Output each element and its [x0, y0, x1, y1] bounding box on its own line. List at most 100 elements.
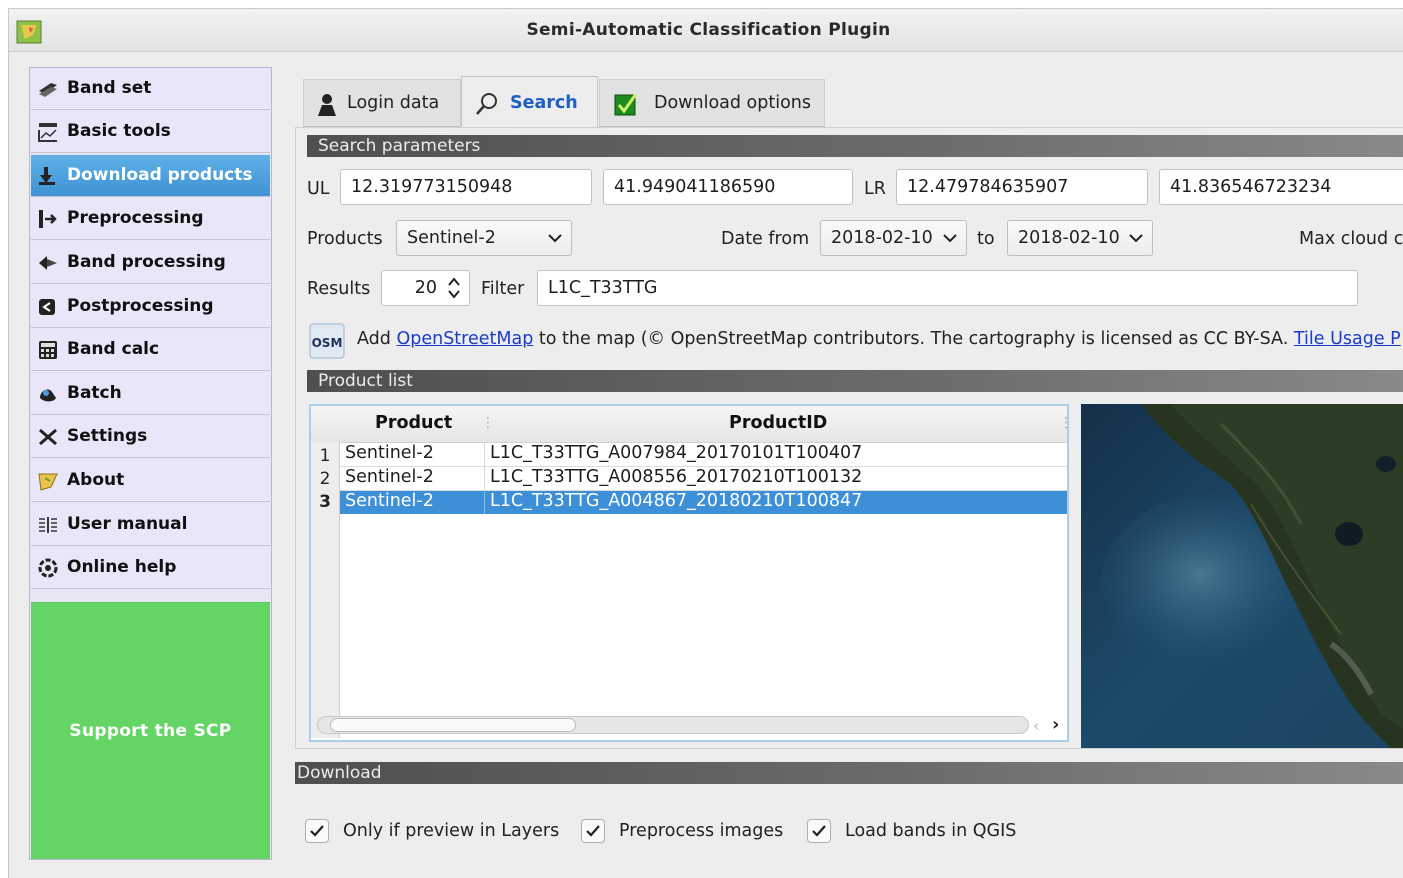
sidebar-item-label: Settings: [67, 426, 148, 446]
tab-label: Search: [510, 93, 578, 113]
sidebar-item-label: User manual: [67, 514, 188, 534]
row-number[interactable]: 2: [311, 469, 339, 489]
column-header-product[interactable]: Product: [375, 413, 452, 433]
checkbox[interactable]: [581, 819, 605, 843]
product-list-header: Product list: [307, 370, 1403, 392]
sidebar-item-label: About: [67, 470, 125, 490]
settings-icon: [39, 428, 57, 446]
spin-arrows-icon: [448, 277, 460, 299]
cell-divider: [484, 491, 485, 514]
lr-x-input[interactable]: [896, 169, 1148, 205]
support-scp-button[interactable]: Support the SCP: [31, 602, 270, 859]
cell-productid: L1C_T33TTG_A004867_20180210T100847: [490, 491, 863, 511]
column-resize-handle[interactable]: ⋮: [481, 415, 495, 431]
user-icon: [318, 94, 336, 116]
table-header: Product ⋮ ProductID ⋮: [311, 406, 1073, 443]
date-to-select[interactable]: 2018-02-10: [1007, 220, 1153, 256]
download-icon: [39, 167, 55, 185]
window-title: Semi-Automatic Classification Plugin: [526, 20, 891, 40]
checkbox[interactable]: [305, 819, 329, 843]
osm-prefix: Add: [357, 329, 397, 349]
horizontal-scrollbar[interactable]: [317, 716, 1029, 734]
tab-label: Download options: [654, 93, 812, 113]
plugin-window: Semi-Automatic Classification Plugin Ban…: [8, 8, 1403, 878]
scroll-right-icon[interactable]: ›: [1052, 714, 1059, 735]
products-select[interactable]: Sentinel-2: [396, 220, 572, 256]
ul-y-input[interactable]: [603, 169, 853, 205]
date-to-label: to: [977, 229, 995, 249]
cell-product: Sentinel-2: [345, 467, 434, 487]
products-value: Sentinel-2: [407, 228, 496, 248]
sidebar-item-online-help[interactable]: Online help: [31, 547, 270, 589]
search-icon: [476, 93, 497, 115]
sidebar-item-label: Download products: [67, 165, 253, 185]
sidebar-item-about[interactable]: About: [31, 460, 270, 502]
search-parameters-header: Search parameters: [307, 135, 1403, 157]
sidebar: Band set Basic tools Download products P…: [29, 67, 272, 860]
sidebar-item-basic-tools[interactable]: Basic tools: [31, 111, 270, 153]
date-to-value: 2018-02-10: [1018, 228, 1120, 248]
osm-icon: OSM: [309, 323, 345, 359]
sidebar-item-label: Band calc: [67, 339, 160, 359]
check-icon: [310, 825, 324, 837]
checkbox-label: Load bands in QGIS: [845, 821, 1017, 841]
products-label: Products: [307, 229, 383, 249]
column-header-productid[interactable]: ProductID: [729, 413, 827, 433]
scrollbar-thumb[interactable]: [330, 718, 576, 732]
cell-divider: [484, 467, 485, 490]
sidebar-item-label: Batch: [67, 383, 122, 403]
lr-label: LR: [864, 179, 886, 199]
sidebar-item-band-processing[interactable]: Band processing: [31, 242, 270, 284]
sidebar-item-label: Band processing: [67, 252, 226, 272]
row-number-column: 1 2 3: [311, 442, 340, 738]
sidebar-item-label: Postprocessing: [67, 296, 214, 316]
table-row[interactable]: Sentinel-2 L1C_T33TTG_A007984_20170101T1…: [340, 443, 1067, 466]
sidebar-item-download-products[interactable]: Download products: [31, 155, 270, 197]
tab-download-options[interactable]: Download options: [599, 79, 825, 127]
ul-label: UL: [307, 179, 330, 199]
sidebar-item-label: Band set: [67, 78, 152, 98]
postprocessing-icon: [39, 299, 55, 315]
table-row-selected[interactable]: Sentinel-2 L1C_T33TTG_A004867_20180210T1…: [340, 491, 1067, 514]
openstreetmap-link[interactable]: OpenStreetMap: [396, 329, 533, 349]
filter-input[interactable]: [537, 270, 1358, 306]
cell-productid: L1C_T33TTG_A008556_20170210T100132: [490, 467, 863, 487]
row-number[interactable]: 1: [311, 446, 339, 466]
satellite-preview-image[interactable]: [1081, 404, 1403, 748]
lr-y-input[interactable]: [1159, 169, 1403, 205]
tile-usage-link[interactable]: Tile Usage P: [1294, 329, 1401, 349]
ul-x-input[interactable]: [340, 169, 592, 205]
about-icon: [38, 473, 58, 491]
sidebar-item-settings[interactable]: Settings: [31, 416, 270, 458]
column-resize-handle[interactable]: ⋮: [1059, 415, 1073, 431]
preprocessing-icon: [39, 210, 57, 228]
filter-label: Filter: [481, 279, 525, 299]
title-bar: Semi-Automatic Classification Plugin: [9, 9, 1403, 52]
sidebar-item-postprocessing[interactable]: Postprocessing: [31, 286, 270, 328]
sidebar-item-band-set[interactable]: Band set: [31, 68, 270, 110]
cell-product: Sentinel-2: [345, 491, 434, 511]
sidebar-item-preprocessing[interactable]: Preprocessing: [31, 198, 270, 240]
download-header: Download: [295, 762, 1403, 784]
scroll-left-icon[interactable]: ‹: [1033, 716, 1039, 735]
date-from-select[interactable]: 2018-02-10: [820, 220, 967, 256]
results-spinbox[interactable]: 20: [381, 270, 470, 306]
tab-search[interactable]: Search: [461, 76, 598, 127]
sidebar-item-user-manual[interactable]: User manual: [31, 504, 270, 546]
tab-label: Login data: [347, 93, 440, 113]
sidebar-item-label: Online help: [67, 557, 177, 577]
sidebar-item-label: Preprocessing: [67, 208, 204, 228]
help-icon: [38, 558, 58, 578]
manual-icon: [39, 517, 57, 533]
band-processing-icon: [39, 256, 57, 270]
results-label: Results: [307, 279, 371, 299]
cell-product: Sentinel-2: [345, 443, 434, 463]
table-row[interactable]: Sentinel-2 L1C_T33TTG_A008556_20170210T1…: [340, 467, 1067, 490]
band-set-icon: [39, 83, 57, 97]
tab-login-data[interactable]: Login data: [303, 79, 461, 127]
sidebar-item-band-calc[interactable]: Band calc: [31, 329, 270, 371]
checkbox[interactable]: [807, 819, 831, 843]
row-number[interactable]: 3: [311, 492, 339, 512]
batch-icon: [40, 389, 56, 402]
sidebar-item-batch[interactable]: Batch: [31, 373, 270, 415]
